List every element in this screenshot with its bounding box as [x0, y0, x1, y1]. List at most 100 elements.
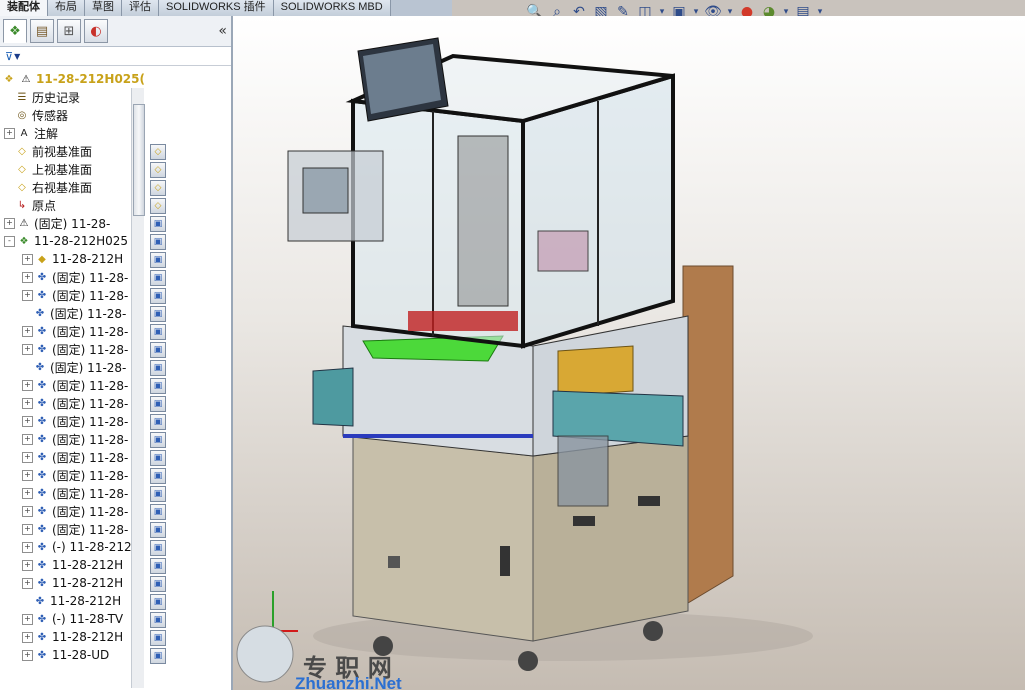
tree-item[interactable]: + ✤ (固定) 11-28-	[22, 502, 231, 520]
component-state-icon[interactable]: ▣	[150, 540, 166, 556]
expand-toggle-icon[interactable]	[4, 183, 13, 192]
tree-item[interactable]: + ✤ (固定) 11-28-	[22, 340, 231, 358]
component-state-icon[interactable]: ▣	[150, 216, 166, 232]
component-state-icon[interactable]: ▣	[150, 306, 166, 322]
tree-item[interactable]: ✤ 11-28-212H	[22, 592, 231, 610]
expand-toggle-icon[interactable]: +	[22, 469, 33, 481]
graphics-viewport[interactable]: 专 职 网 Zhuanzhi.Net	[233, 16, 1025, 690]
tree-item[interactable]: + ✤ 11-28-212H	[22, 556, 231, 574]
expand-toggle-icon[interactable]	[22, 597, 31, 606]
component-state-icon[interactable]: ▣	[150, 612, 166, 628]
tree-root-item[interactable]: ❖ ⚠ 11-28-212H025(	[2, 70, 231, 88]
tree-item[interactable]: + ✤ (固定) 11-28-	[22, 376, 231, 394]
tree-item[interactable]: + ✤ 11-28-212H	[22, 574, 231, 592]
expand-toggle-icon[interactable]: +	[22, 397, 33, 409]
tab-3[interactable]: 评估	[122, 0, 159, 16]
component-state-icon[interactable]: ▣	[150, 648, 166, 664]
expand-toggle-icon[interactable]: +	[22, 631, 33, 643]
machine-model[interactable]	[233, 16, 1025, 690]
display-manager-tab-icon[interactable]: ◐	[84, 19, 108, 43]
component-state-icon[interactable]: ▣	[150, 450, 166, 466]
tree-item[interactable]: + A 注解	[4, 124, 231, 142]
component-state-icon[interactable]: ▣	[150, 342, 166, 358]
expand-toggle-icon[interactable]: +	[22, 271, 33, 283]
tree-item[interactable]: + ✤ (固定) 11-28-	[22, 448, 231, 466]
expand-toggle-icon[interactable]: -	[4, 235, 15, 247]
tab-1[interactable]: 布局	[48, 0, 85, 16]
component-state-icon[interactable]: ▣	[150, 234, 166, 250]
tree-item[interactable]: + ✤ (固定) 11-28-	[22, 484, 231, 502]
expand-toggle-icon[interactable]: +	[22, 343, 33, 355]
feature-manager-tab-icon[interactable]: ❖	[3, 19, 27, 43]
tree-item[interactable]: ◇ 前视基准面	[4, 142, 231, 160]
component-state-icon[interactable]: ▣	[150, 432, 166, 448]
tree-item[interactable]: + ✤ 11-28-212H	[22, 628, 231, 646]
expand-toggle-icon[interactable]	[4, 111, 13, 120]
component-state-icon[interactable]: ▣	[150, 630, 166, 646]
tree-item[interactable]: + ✤ (固定) 11-28-	[22, 286, 231, 304]
expand-toggle-icon[interactable]: +	[22, 433, 33, 445]
expand-toggle-icon[interactable]	[22, 309, 31, 318]
tree-item[interactable]: + ✤ (-) 11-28-TV	[22, 610, 231, 628]
tab-4[interactable]: SOLIDWORKS 插件	[159, 0, 274, 16]
tree-item[interactable]: + ◆ 11-28-212H	[22, 250, 231, 268]
expand-toggle-icon[interactable]: +	[22, 523, 33, 535]
expand-toggle-icon[interactable]	[22, 363, 31, 372]
tree-item[interactable]: ◇ 上视基准面	[4, 160, 231, 178]
plane-visibility-icon[interactable]: ◇	[150, 144, 166, 160]
tree-item[interactable]: + ⚠ (固定) 11-28-	[4, 214, 231, 232]
tree-item[interactable]: ◇ 右视基准面	[4, 178, 231, 196]
feature-filter[interactable]: ⊽ ▼	[0, 47, 231, 66]
tab-2[interactable]: 草图	[85, 0, 122, 16]
component-state-icon[interactable]: ▣	[150, 468, 166, 484]
expand-toggle-icon[interactable]: +	[22, 649, 33, 661]
expand-toggle-icon[interactable]: +	[4, 217, 15, 229]
tab-0[interactable]: 装配体	[0, 0, 48, 16]
component-state-icon[interactable]: ▣	[150, 576, 166, 592]
tree-item[interactable]: + ✤ 11-28-UD	[22, 646, 231, 664]
tree-item[interactable]: ☰ 历史记录	[4, 88, 231, 106]
expand-toggle-icon[interactable]: +	[22, 559, 33, 571]
tree-item[interactable]: ↳ 原点	[4, 196, 231, 214]
plane-visibility-icon[interactable]: ◇	[150, 180, 166, 196]
component-state-icon[interactable]: ▣	[150, 522, 166, 538]
expand-toggle-icon[interactable]: +	[22, 415, 33, 427]
expand-toggle-icon[interactable]: +	[22, 613, 33, 625]
tree-item[interactable]: + ✤ (固定) 11-28-	[22, 466, 231, 484]
expand-toggle-icon[interactable]	[4, 165, 13, 174]
component-state-icon[interactable]: ▣	[150, 396, 166, 412]
tree-item[interactable]: ✤ (固定) 11-28-	[22, 304, 231, 322]
component-state-icon[interactable]: ▣	[150, 252, 166, 268]
tree-item[interactable]: + ✤ (固定) 11-28-	[22, 520, 231, 538]
tree-item[interactable]: + ✤ (-) 11-28-212	[22, 538, 231, 556]
expand-toggle-icon[interactable]: +	[22, 289, 33, 301]
configuration-manager-tab-icon[interactable]: ⊞	[57, 19, 81, 43]
expand-toggle-icon[interactable]: +	[22, 505, 33, 517]
component-state-icon[interactable]: ▣	[150, 558, 166, 574]
expand-toggle-icon[interactable]	[4, 93, 13, 102]
expand-toggle-icon[interactable]: +	[22, 487, 33, 499]
tree-scrollbar[interactable]	[131, 88, 145, 688]
component-state-icon[interactable]: ▣	[150, 594, 166, 610]
tree-item[interactable]: ◎ 传感器	[4, 106, 231, 124]
expand-toggle-icon[interactable]: +	[4, 127, 15, 139]
expand-toggle-icon[interactable]: +	[22, 577, 33, 589]
component-state-icon[interactable]: ▣	[150, 378, 166, 394]
collapse-panel-button[interactable]: «	[218, 23, 227, 39]
tree-item[interactable]: + ✤ (固定) 11-28-	[22, 322, 231, 340]
tree-item[interactable]: ✤ (固定) 11-28-	[22, 358, 231, 376]
property-manager-tab-icon[interactable]: ▤	[30, 19, 54, 43]
component-state-icon[interactable]: ▣	[150, 414, 166, 430]
expand-toggle-icon[interactable]: +	[22, 451, 33, 463]
tree-item[interactable]: + ✤ (固定) 11-28-	[22, 430, 231, 448]
component-state-icon[interactable]: ▣	[150, 486, 166, 502]
component-state-icon[interactable]: ▣	[150, 360, 166, 376]
expand-toggle-icon[interactable]: +	[22, 541, 33, 553]
plane-visibility-icon[interactable]: ◇	[150, 162, 166, 178]
tab-5[interactable]: SOLIDWORKS MBD	[273, 0, 391, 16]
tree-item[interactable]: + ✤ (固定) 11-28-	[22, 412, 231, 430]
expand-toggle-icon[interactable]: +	[22, 325, 33, 337]
expand-toggle-icon[interactable]	[4, 147, 13, 156]
component-state-icon[interactable]: ▣	[150, 504, 166, 520]
tree-item[interactable]: + ✤ (固定) 11-28-	[22, 268, 231, 286]
